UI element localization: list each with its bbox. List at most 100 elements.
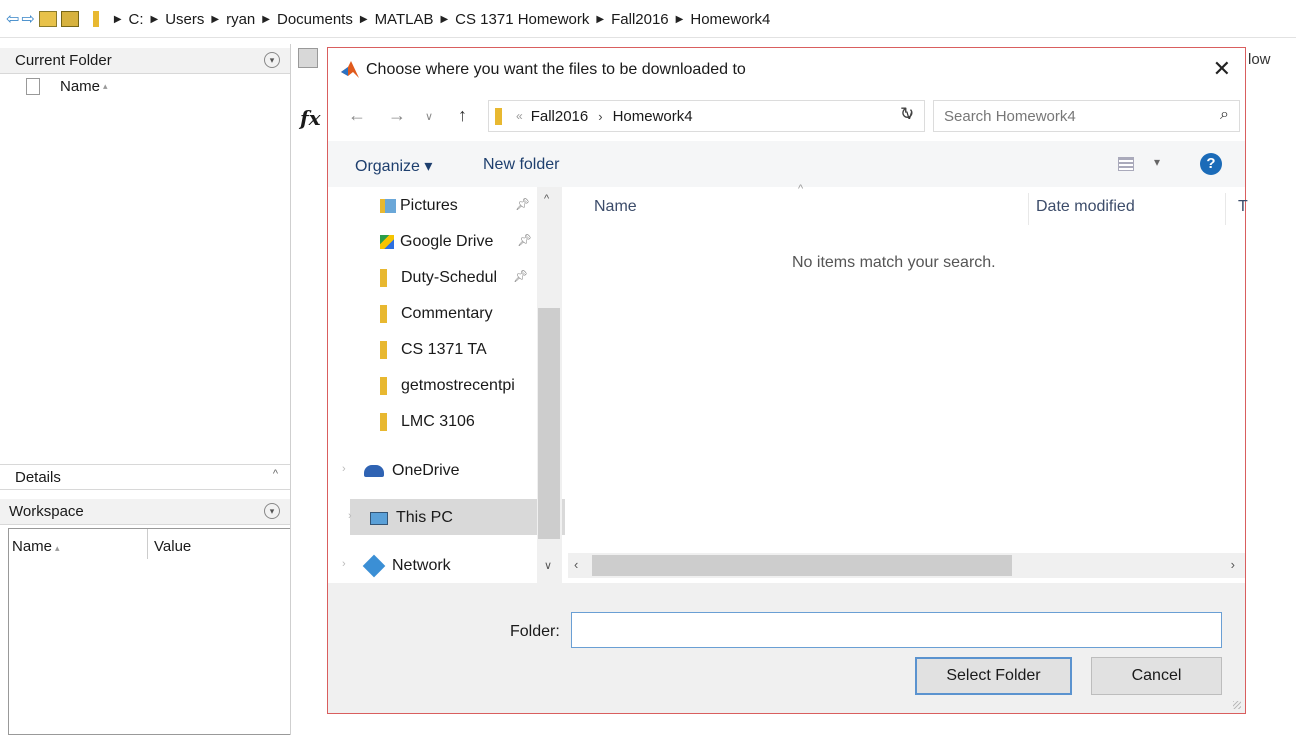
search-icon[interactable]: ⌕: [1220, 106, 1229, 124]
organize-menu[interactable]: Organize ▾: [355, 156, 432, 176]
nav-item-duty-schedule[interactable]: Duty-Schedul 📌︎: [380, 261, 528, 295]
resize-grip-icon[interactable]: [1233, 701, 1241, 709]
partial-label: low: [1248, 51, 1271, 68]
matlab-path-bar: ⇦ ⇨ ▶ C: ▶ Users ▶ ryan ▶ Documents ▶ MATLAB …: [0, 0, 1296, 38]
nav-item-lmc3106[interactable]: LMC 3106: [380, 405, 475, 439]
up-icon[interactable]: ↑: [458, 105, 467, 126]
pin-icon[interactable]: 📌︎: [513, 269, 528, 283]
choose-folder-dialog: Choose where you want the files to be do…: [327, 47, 1248, 714]
folder-input[interactable]: [571, 612, 1222, 648]
matlab-logo-icon: [341, 61, 359, 78]
nav-item-onedrive[interactable]: › OneDrive: [342, 454, 460, 488]
folder-icon: [380, 341, 387, 359]
name-column-header[interactable]: Name: [594, 198, 637, 216]
view-options-icon[interactable]: [1118, 157, 1134, 171]
expand-icon[interactable]: ›: [342, 463, 346, 475]
nav-item-network[interactable]: › Network: [342, 549, 451, 583]
dialog-footer: Folder: Select Folder Cancel: [328, 583, 1245, 713]
current-folder-column-header[interactable]: Name ▴: [0, 78, 108, 95]
crumb-item[interactable]: Users: [165, 11, 204, 28]
scrollbar-thumb[interactable]: [592, 555, 1012, 576]
cancel-button[interactable]: Cancel: [1091, 657, 1222, 695]
select-folder-button[interactable]: Select Folder: [915, 657, 1072, 695]
edit-icon[interactable]: [298, 48, 318, 68]
up-folder-icon[interactable]: [38, 11, 57, 27]
pictures-folder-icon: [380, 199, 396, 213]
folder-icon: [380, 413, 387, 431]
scroll-right-icon[interactable]: ›: [1231, 557, 1235, 572]
details-header[interactable]: Details ^: [0, 464, 290, 490]
search-box[interactable]: Search Homework4 ⌕: [933, 100, 1240, 132]
crumb-item[interactable]: Homework4: [690, 11, 770, 28]
close-icon[interactable]: ✕: [1213, 56, 1231, 82]
onedrive-icon: [364, 465, 384, 477]
workspace-header: Workspace ▾: [0, 499, 290, 525]
nav-item-google-drive[interactable]: Google Drive 📌︎: [380, 225, 532, 259]
workspace-table[interactable]: Name ▴ Value: [8, 528, 290, 735]
panel-menu-icon[interactable]: ▾: [264, 52, 280, 68]
address-crumb[interactable]: Fall2016: [531, 108, 589, 125]
nav-scrollbar[interactable]: ^ ∨: [537, 187, 562, 583]
pin-icon[interactable]: 📌︎: [517, 233, 532, 247]
date-modified-column-header[interactable]: Date modified: [1036, 198, 1135, 216]
nav-item-pictures[interactable]: Pictures 📌︎: [380, 189, 530, 223]
address-bar[interactable]: « Fall2016 › Homework4 ∨: [488, 100, 925, 132]
list-horizontal-scrollbar[interactable]: ‹ ›: [568, 553, 1245, 578]
crumb-item[interactable]: C:: [129, 11, 144, 28]
crumb-item[interactable]: Fall2016: [611, 11, 669, 28]
column-divider[interactable]: [1225, 193, 1226, 225]
back-arrow-icon[interactable]: ⇦: [6, 9, 19, 29]
crumb-item[interactable]: CS 1371 Homework: [455, 11, 589, 28]
folder-icon: [380, 305, 387, 323]
sort-caret-icon: ▴: [103, 81, 108, 91]
type-column-header[interactable]: T: [1238, 198, 1248, 216]
forward-arrow-icon[interactable]: ⇨: [21, 9, 34, 29]
new-folder-button[interactable]: New folder: [483, 156, 559, 174]
folder-icon: [380, 377, 387, 395]
search-placeholder: Search Homework4: [944, 107, 1076, 125]
current-folder-header: Current Folder ▾: [0, 48, 290, 74]
nav-item-getmostrecent[interactable]: getmostrecentpi: [380, 369, 535, 403]
current-folder-title: Current Folder: [15, 52, 112, 69]
forward-icon[interactable]: →: [388, 105, 406, 126]
crumb-item[interactable]: ryan: [226, 11, 255, 28]
scroll-left-icon[interactable]: ‹: [574, 557, 578, 572]
address-crumb[interactable]: Homework4: [613, 108, 693, 125]
scroll-up-icon[interactable]: ^: [544, 193, 549, 205]
help-icon[interactable]: ?: [1200, 153, 1222, 175]
panel-menu-icon[interactable]: ▾: [264, 503, 280, 519]
expand-icon[interactable]: ›: [342, 558, 346, 570]
dialog-titlebar[interactable]: Choose where you want the files to be do…: [328, 48, 1245, 92]
browse-folder-icon[interactable]: [60, 11, 79, 27]
column-divider[interactable]: [1028, 193, 1029, 225]
dialog-toolbar: Organize ▾ New folder ▾ ?: [328, 141, 1245, 187]
sort-caret-icon: ^: [798, 183, 804, 195]
expand-icon[interactable]: ›: [348, 510, 352, 522]
path-breadcrumb: ▶ C: ▶ Users ▶ ryan ▶ Documents ▶ MATLAB ▶ CS …: [113, 10, 771, 28]
pin-icon[interactable]: 📌︎: [515, 197, 530, 211]
scroll-down-icon[interactable]: ∨: [544, 559, 552, 572]
ws-name-column[interactable]: Name ▴: [12, 538, 60, 555]
crumb-item[interactable]: Documents: [277, 11, 353, 28]
nav-item-this-pc[interactable]: › This PC: [348, 501, 453, 535]
left-panel: Current Folder ▾ Name ▴ Details ^ Worksp…: [0, 44, 291, 735]
ws-value-column[interactable]: Value: [154, 538, 191, 555]
folder-icon: [495, 107, 502, 125]
divider: [0, 37, 1296, 38]
folder-icon: [92, 11, 99, 27]
sort-caret-icon: ▴: [55, 543, 60, 553]
details-title: Details: [15, 468, 61, 486]
collapse-icon[interactable]: ^: [273, 468, 278, 480]
address-separator: «: [516, 109, 523, 123]
chevron-down-icon[interactable]: ▾: [1154, 155, 1160, 169]
name-column-label: Name: [60, 78, 101, 95]
nav-item-commentary[interactable]: Commentary: [380, 297, 493, 331]
chevron-right-icon[interactable]: ›: [598, 109, 602, 124]
refresh-icon[interactable]: ↻: [900, 104, 914, 124]
scrollbar-thumb[interactable]: [538, 308, 560, 539]
crumb-item[interactable]: MATLAB: [375, 11, 434, 28]
nav-item-cs1371-ta[interactable]: CS 1371 TA: [380, 333, 487, 367]
recent-locations-icon[interactable]: ∨: [425, 110, 433, 123]
back-icon[interactable]: ←: [348, 105, 366, 126]
folder-label: Folder:: [510, 623, 560, 640]
